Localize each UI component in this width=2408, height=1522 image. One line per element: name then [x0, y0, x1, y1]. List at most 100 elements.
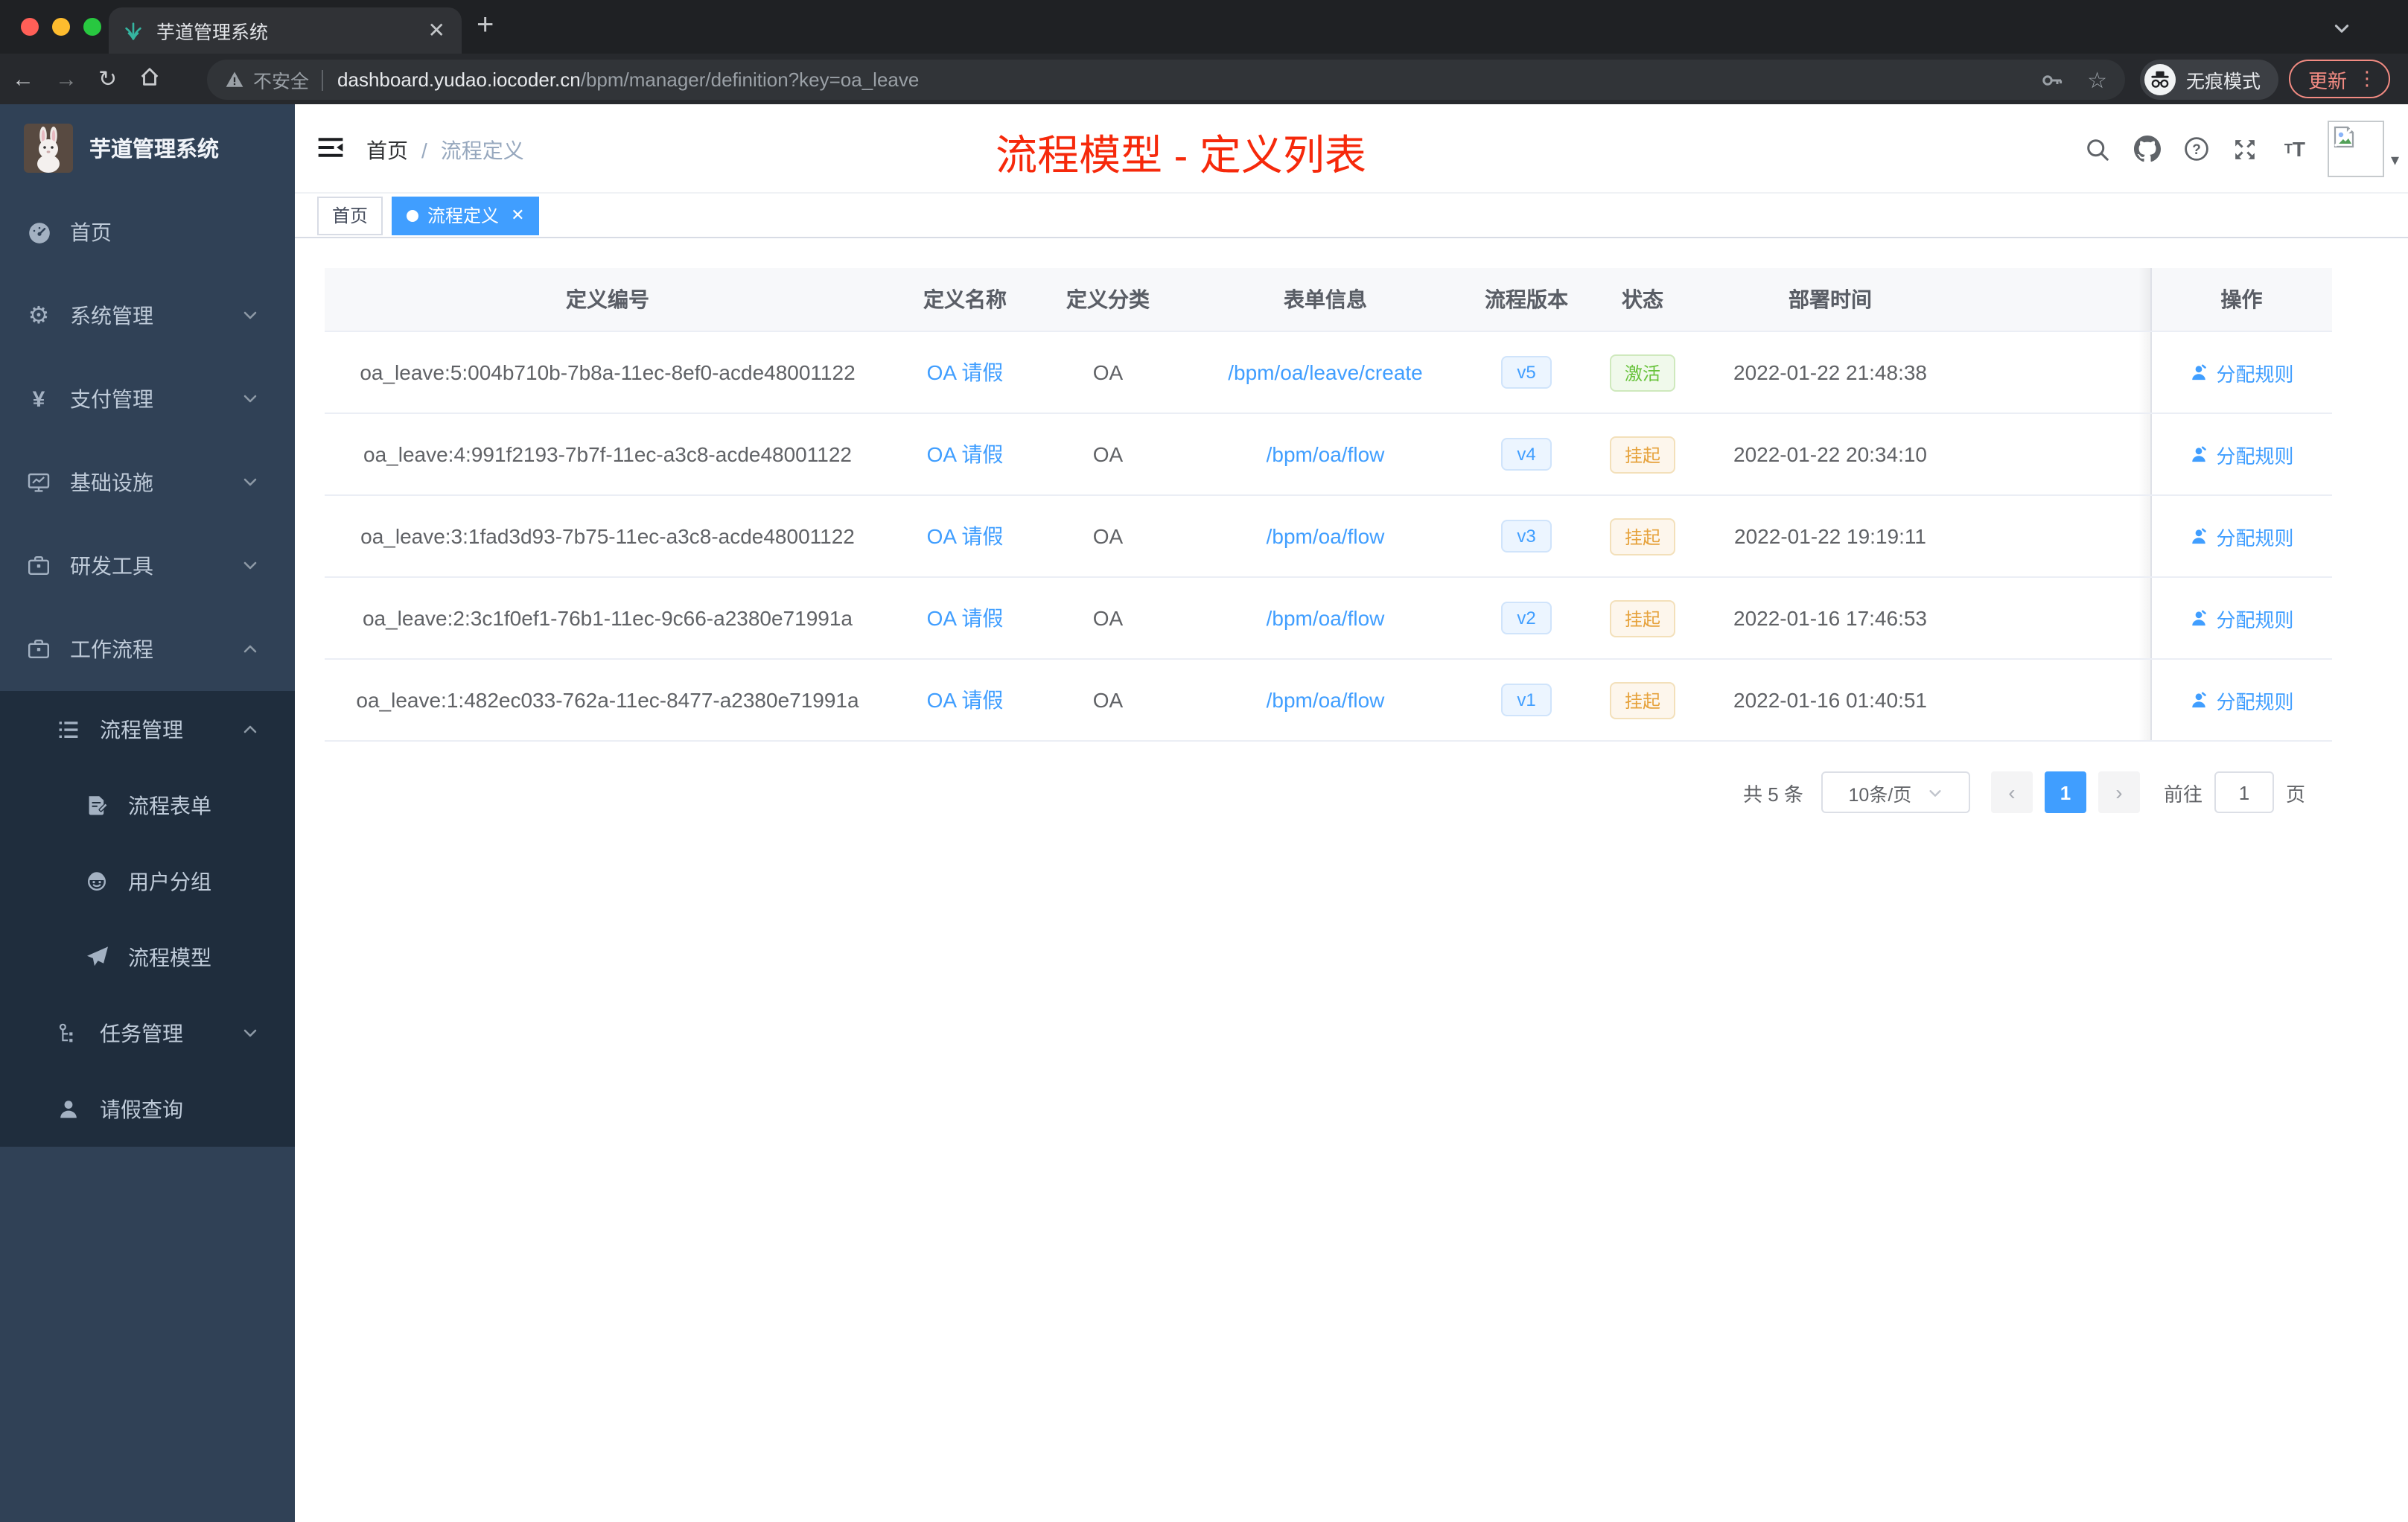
docedit-icon: [79, 793, 115, 817]
tag-流程定义[interactable]: 流程定义 ✕: [392, 196, 540, 235]
cell-version: v3: [1474, 495, 1579, 578]
cell-category: OA: [1039, 413, 1176, 496]
fullscreen-icon[interactable]: [2221, 136, 2270, 162]
assign-rule-link[interactable]: 分配规则: [2189, 440, 2294, 468]
sidebar-item-3[interactable]: ¥ 支付管理: [0, 357, 295, 441]
sidebar-logo-row[interactable]: 芋道管理系统: [0, 104, 295, 191]
cell-version: v2: [1474, 577, 1579, 660]
omnibox-divider: [321, 69, 323, 90]
form-link[interactable]: /bpm/oa/flow: [1267, 442, 1385, 466]
key-icon[interactable]: [2039, 68, 2063, 92]
back-icon[interactable]: ←: [12, 66, 34, 92]
definition-name-link[interactable]: OA 请假: [927, 360, 1004, 384]
page-size-select[interactable]: 10条/页: [1821, 771, 1970, 813]
cell-deploy-time: 2022-01-22 21:48:38: [1707, 331, 1954, 414]
definition-name-link[interactable]: OA 请假: [927, 688, 1004, 712]
cell-deploy-time: 2022-01-16 01:40:51: [1707, 659, 1954, 742]
sidebar-item-2[interactable]: ⚙ 系统管理: [0, 274, 295, 357]
forward-icon[interactable]: →: [55, 66, 77, 92]
goto-unit-label: 页: [2285, 783, 2305, 805]
url-text[interactable]: dashboard.yudao.iocoder.cn/bpm/manager/d…: [337, 69, 919, 91]
address-bar[interactable]: 不安全 dashboard.yudao.iocoder.cn/bpm/manag…: [207, 60, 2125, 100]
sidebar-item-5[interactable]: 研发工具: [0, 524, 295, 608]
goto-label: 前往: [2163, 783, 2202, 805]
window-controls[interactable]: [21, 18, 101, 36]
security-label[interactable]: 不安全: [253, 66, 309, 94]
tabstrip-chevron-icon[interactable]: [2332, 19, 2351, 46]
form-link[interactable]: /bpm/oa/flow: [1267, 688, 1385, 712]
browser-tabstrip: 芋道管理系统 ✕ +: [0, 0, 2408, 54]
warning-icon[interactable]: [225, 70, 244, 89]
table-row: oa_leave:4:991f2193-7b7f-11ec-a3c8-acde4…: [325, 413, 2332, 496]
sidebar-item-12[interactable]: 请假查询: [0, 1071, 295, 1147]
maximize-window-button[interactable]: [83, 18, 101, 36]
sidebar-item-1[interactable]: 首页: [0, 191, 295, 274]
search-icon[interactable]: [2074, 136, 2123, 162]
avatar-caret-icon[interactable]: ▾: [2391, 150, 2399, 169]
status-badge: 挂起: [1609, 599, 1675, 637]
active-tag-dot: [407, 209, 419, 221]
font-size-icon[interactable]: TT: [2270, 137, 2319, 161]
github-icon[interactable]: [2123, 136, 2172, 162]
cell-form-info: /bpm/oa/flow: [1176, 495, 1474, 578]
sidebar-item-4[interactable]: 基础设施: [0, 441, 295, 524]
browser-update-button[interactable]: 更新 ⋮: [2289, 60, 2391, 98]
cell-category: OA: [1039, 659, 1176, 742]
cell-status: 挂起: [1579, 659, 1707, 742]
prev-page-button[interactable]: ‹: [1990, 771, 2033, 813]
column-header-操作: 操作: [2138, 268, 2332, 332]
pagination-total: 共 5 条: [1743, 783, 1803, 805]
breadcrumb-home[interactable]: 首页: [366, 136, 408, 165]
sidebar-item-7[interactable]: 流程管理: [0, 691, 295, 767]
form-link[interactable]: /bpm/oa/leave/create: [1228, 360, 1423, 384]
column-header-部署时间: 部署时间: [1707, 268, 1954, 332]
listtree-icon: [51, 717, 86, 741]
table-row: oa_leave:1:482ec033-762a-11ec-8477-a2380…: [325, 659, 2332, 742]
definition-name-link[interactable]: OA 请假: [927, 606, 1004, 630]
minimize-window-button[interactable]: [52, 18, 70, 36]
definition-name-link[interactable]: OA 请假: [927, 524, 1004, 548]
sidebar-item-10[interactable]: 流程模型: [0, 919, 295, 995]
chevron-up-icon: [241, 720, 259, 738]
cell-filler: [1954, 659, 2150, 742]
home-icon[interactable]: [138, 65, 160, 93]
version-badge: v1: [1500, 684, 1552, 716]
user-avatar-broken-image[interactable]: [2328, 121, 2385, 177]
assign-rule-link[interactable]: 分配规则: [2189, 604, 2294, 632]
cell-actions: 分配规则: [2138, 495, 2332, 578]
tag-close-icon[interactable]: ✕: [511, 206, 524, 225]
tag-首页[interactable]: 首页: [317, 196, 383, 235]
browser-tab[interactable]: 芋道管理系统 ✕: [109, 7, 462, 54]
table-row: oa_leave:5:004b710b-7b8a-11ec-8ef0-acde4…: [325, 331, 2332, 414]
browser-menu-icon[interactable]: ⋮: [2357, 67, 2377, 91]
next-page-button[interactable]: ›: [2098, 771, 2140, 813]
close-window-button[interactable]: [21, 18, 39, 36]
assign-rule-link[interactable]: 分配规则: [2189, 522, 2294, 550]
app-title: 芋道管理系统: [89, 138, 219, 162]
tab-close-icon[interactable]: ✕: [425, 18, 448, 43]
sidebar-item-8[interactable]: 流程表单: [0, 767, 295, 843]
sidebar-item-11[interactable]: 任务管理: [0, 995, 295, 1071]
cell-actions: 分配规则: [2138, 659, 2332, 742]
reload-icon[interactable]: ↻: [98, 66, 117, 92]
form-link[interactable]: /bpm/oa/flow: [1267, 606, 1385, 630]
assign-rule-link[interactable]: 分配规则: [2189, 686, 2294, 714]
goto-page-input[interactable]: [2214, 771, 2274, 813]
new-tab-button[interactable]: +: [477, 9, 494, 43]
help-icon[interactable]: ?: [2172, 136, 2221, 162]
cell-status: 挂起: [1579, 413, 1707, 496]
form-link[interactable]: /bpm/oa/flow: [1267, 524, 1385, 548]
cell-definition-id: oa_leave:4:991f2193-7b7f-11ec-a3c8-acde4…: [325, 413, 891, 496]
status-badge: 挂起: [1609, 681, 1675, 719]
monitor-icon: [21, 471, 57, 494]
definition-name-link[interactable]: OA 请假: [927, 442, 1004, 466]
current-page-button[interactable]: 1: [2044, 771, 2086, 813]
sidebar-item-9[interactable]: 用户分组: [0, 843, 295, 919]
update-label[interactable]: 更新: [2308, 65, 2347, 93]
collapse-sidebar-icon[interactable]: [316, 133, 345, 170]
plane-icon: [79, 944, 115, 969]
sidebar-item-6[interactable]: 工作流程: [0, 608, 295, 691]
cell-filler: [1954, 331, 2150, 414]
bookmark-star-icon[interactable]: ☆: [2087, 66, 2107, 93]
assign-rule-link[interactable]: 分配规则: [2189, 358, 2294, 386]
